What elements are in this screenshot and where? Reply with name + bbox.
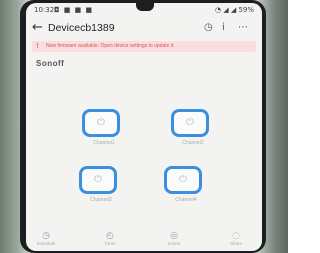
device-title: Devicecb1389 — [48, 22, 115, 34]
power-icon: ⏻ — [97, 117, 105, 128]
back-arrow-icon[interactable]: ← — [32, 20, 43, 35]
scene-icon: ◎ — [170, 231, 178, 241]
switch-label: Channel3 — [90, 197, 112, 203]
firmware-banner-text: New firmware available. Open device sett… — [46, 43, 175, 49]
tab-share[interactable]: ◌ Share — [218, 231, 254, 246]
power-icon: ⏻ — [186, 117, 194, 128]
power-icon: ⏻ — [179, 174, 187, 185]
switch-label: Channel4 — [175, 197, 197, 203]
tab-schedule[interactable]: ◷ Schedule — [28, 231, 64, 246]
timer-icon[interactable]: ◷ — [204, 22, 213, 33]
switch-label: Channel1 — [93, 140, 115, 146]
switch-channel-3: ⏻ Channel3 — [71, 166, 129, 210]
status-icons: ◘ ■ ■ ■ — [54, 6, 94, 14]
firmware-banner[interactable]: ! New firmware available. Open device se… — [32, 41, 256, 52]
app-screen: 10:32 ◘ ■ ■ ■ ◔ ◢ ◢ 59% ← Devicecb1389 ◷… — [26, 3, 262, 251]
share-icon: ◌ — [232, 231, 240, 241]
sonoff-logo: Sonoff — [36, 59, 65, 68]
tab-label: Share — [229, 241, 242, 246]
info-icon[interactable]: i — [222, 22, 225, 33]
clock-icon: ◷ — [42, 231, 50, 241]
tab-label: Schedule — [36, 241, 56, 246]
status-battery: ◔ ◢ ◢ 59% — [214, 6, 254, 14]
app-header: ← Devicecb1389 ◷ i ⋯ — [26, 17, 262, 39]
power-button[interactable]: ⏻ — [79, 166, 117, 194]
tab-label: Scene — [167, 241, 181, 246]
warning-icon: ! — [36, 42, 39, 50]
power-button[interactable]: ⏻ — [171, 109, 209, 137]
switch-channel-1: ⏻ Channel1 — [74, 109, 132, 153]
switch-label: Channel2 — [182, 140, 204, 146]
timer-icon: ◴ — [106, 231, 114, 241]
switch-channel-4: ⏻ Channel4 — [156, 166, 214, 210]
tab-scene[interactable]: ◎ Scene — [156, 231, 192, 246]
camera-notch — [136, 3, 154, 11]
tab-label: Timer — [104, 241, 116, 246]
more-icon[interactable]: ⋯ — [238, 22, 248, 33]
power-button[interactable]: ⏻ — [82, 109, 120, 137]
power-icon: ⏻ — [94, 174, 102, 185]
bottom-nav: ◷ Schedule ◴ Timer ◎ Scene ◌ Share — [26, 231, 262, 251]
tab-timer[interactable]: ◴ Timer — [92, 231, 128, 246]
status-time: 10:32 — [34, 6, 55, 14]
switch-channel-2: ⏻ Channel2 — [163, 109, 221, 153]
power-button[interactable]: ⏻ — [164, 166, 202, 194]
